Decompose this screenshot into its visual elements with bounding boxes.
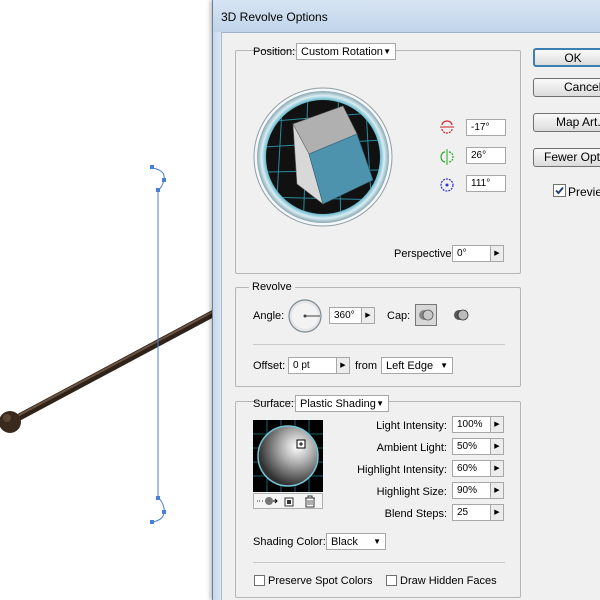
blend-steps-value: 25 (457, 507, 469, 518)
chevron-right-icon[interactable]: ▶ (490, 505, 503, 520)
x-rotation-field[interactable]: -17° (466, 119, 506, 136)
ambient-light-value: 50% (457, 441, 478, 452)
chevron-right-icon[interactable]: ▶ (490, 246, 503, 261)
offset-label: Offset: (253, 360, 286, 372)
cap-on-button[interactable] (415, 304, 437, 326)
highlight-size-stepper[interactable]: 90% ▶ (452, 482, 504, 499)
cap-label: Cap: (387, 310, 411, 322)
preserve-spot-colors-checkbox[interactable] (254, 575, 265, 586)
perspective-stepper[interactable]: 0° ▶ (452, 245, 504, 262)
position-label: Position: (253, 46, 296, 58)
ok-button[interactable]: OK (533, 48, 600, 67)
new-light-icon[interactable] (284, 496, 295, 507)
surface-value: Plastic Shading (300, 398, 376, 410)
chevron-right-icon[interactable]: ▶ (490, 417, 503, 432)
perspective-value: 0° (457, 248, 467, 259)
light-intensity-stepper[interactable]: 100% ▶ (452, 416, 504, 433)
delete-light-icon[interactable] (304, 495, 316, 508)
angle-value: 360° (334, 310, 355, 321)
revolve-section-label: Revolve (249, 281, 295, 293)
chevron-right-icon[interactable]: ▶ (361, 308, 374, 323)
lighting-toolbar (253, 493, 323, 509)
position-dropdown[interactable]: Custom Rotation ▼ (296, 43, 396, 60)
from-label: from (355, 360, 377, 372)
revolve-separator (253, 344, 505, 345)
lighting-sphere-preview[interactable] (253, 420, 323, 492)
shading-color-value: Black (331, 536, 358, 548)
draw-hidden-faces-checkbox[interactable] (386, 575, 397, 586)
preview-label: Preview (568, 185, 600, 199)
dialog-title: 3D Revolve Options (221, 10, 328, 24)
chevron-down-icon: ▼ (383, 47, 391, 56)
highlight-intensity-label: Highlight Intensity: (357, 464, 447, 476)
highlight-intensity-stepper[interactable]: 60% ▶ (452, 460, 504, 477)
rod-end-knob (0, 411, 21, 433)
highlight-intensity-value: 60% (457, 463, 478, 474)
fewer-options-button[interactable]: Fewer Options (533, 148, 600, 167)
chevron-right-icon[interactable]: ▶ (490, 483, 503, 498)
light-intensity-value: 100% (457, 419, 483, 430)
angle-dial[interactable] (287, 298, 323, 334)
cancel-button[interactable]: Cancel (533, 78, 600, 97)
offset-value: 0 pt (293, 360, 310, 371)
surface-separator (253, 562, 505, 563)
chevron-right-icon[interactable]: ▶ (490, 439, 503, 454)
y-rotation-field[interactable]: 26° (466, 147, 506, 164)
blend-steps-stepper[interactable]: 25 ▶ (452, 504, 504, 521)
blend-steps-label: Blend Steps: (384, 508, 447, 520)
from-edge-value: Left Edge (386, 360, 434, 372)
cap-on-icon (419, 309, 434, 321)
revolve-profile-rod (6, 308, 220, 426)
3d-revolve-dialog: 3D Revolve Options Position: Custom Rota… (212, 0, 600, 600)
cap-off-button[interactable] (451, 304, 473, 326)
x-axis-rotation-icon (440, 120, 454, 134)
revolve-panel (235, 287, 521, 387)
z-axis-rotation-icon (440, 178, 454, 192)
draw-hidden-faces-label: Draw Hidden Faces (400, 575, 497, 587)
offset-stepper[interactable]: 0 pt ▶ (288, 357, 350, 374)
position-dropdown-value: Custom Rotation (301, 46, 383, 58)
shading-color-label: Shading Color: (253, 536, 326, 548)
chevron-down-icon: ▼ (440, 361, 448, 370)
checkmark-icon (555, 186, 564, 195)
dialog-frame-left (213, 32, 222, 600)
light-intensity-label: Light Intensity: (376, 420, 447, 432)
dialog-titlebar[interactable]: 3D Revolve Options (213, 0, 600, 33)
chevron-right-icon[interactable]: ▶ (490, 461, 503, 476)
from-edge-dropdown[interactable]: Left Edge ▼ (381, 357, 453, 374)
highlight-size-value: 90% (457, 485, 478, 496)
cap-off-icon (454, 309, 469, 321)
chevron-down-icon: ▼ (373, 537, 381, 546)
map-art-button[interactable]: Map Art... (533, 113, 600, 132)
angle-label: Angle: (253, 310, 285, 322)
preview-checkbox[interactable] (553, 184, 566, 197)
shading-color-dropdown[interactable]: Black ▼ (326, 533, 386, 550)
angle-stepper[interactable]: 360° ▶ (329, 307, 375, 324)
perspective-label: Perspective: (394, 248, 455, 260)
highlight-size-label: Highlight Size: (376, 486, 447, 498)
surface-dropdown[interactable]: Plastic Shading ▼ (295, 395, 389, 412)
ambient-light-stepper[interactable]: 50% ▶ (452, 438, 504, 455)
chevron-right-icon[interactable]: ▶ (336, 358, 349, 373)
y-axis-rotation-icon (440, 149, 454, 165)
ambient-light-label: Ambient Light: (376, 442, 447, 454)
move-light-back-icon[interactable] (256, 495, 278, 507)
rotation-track-cube[interactable] (253, 72, 393, 242)
chevron-down-icon: ▼ (376, 399, 384, 408)
preserve-spot-colors-label: Preserve Spot Colors (268, 575, 373, 587)
surface-label: Surface: (253, 398, 294, 410)
z-rotation-field[interactable]: 111° (466, 175, 506, 192)
